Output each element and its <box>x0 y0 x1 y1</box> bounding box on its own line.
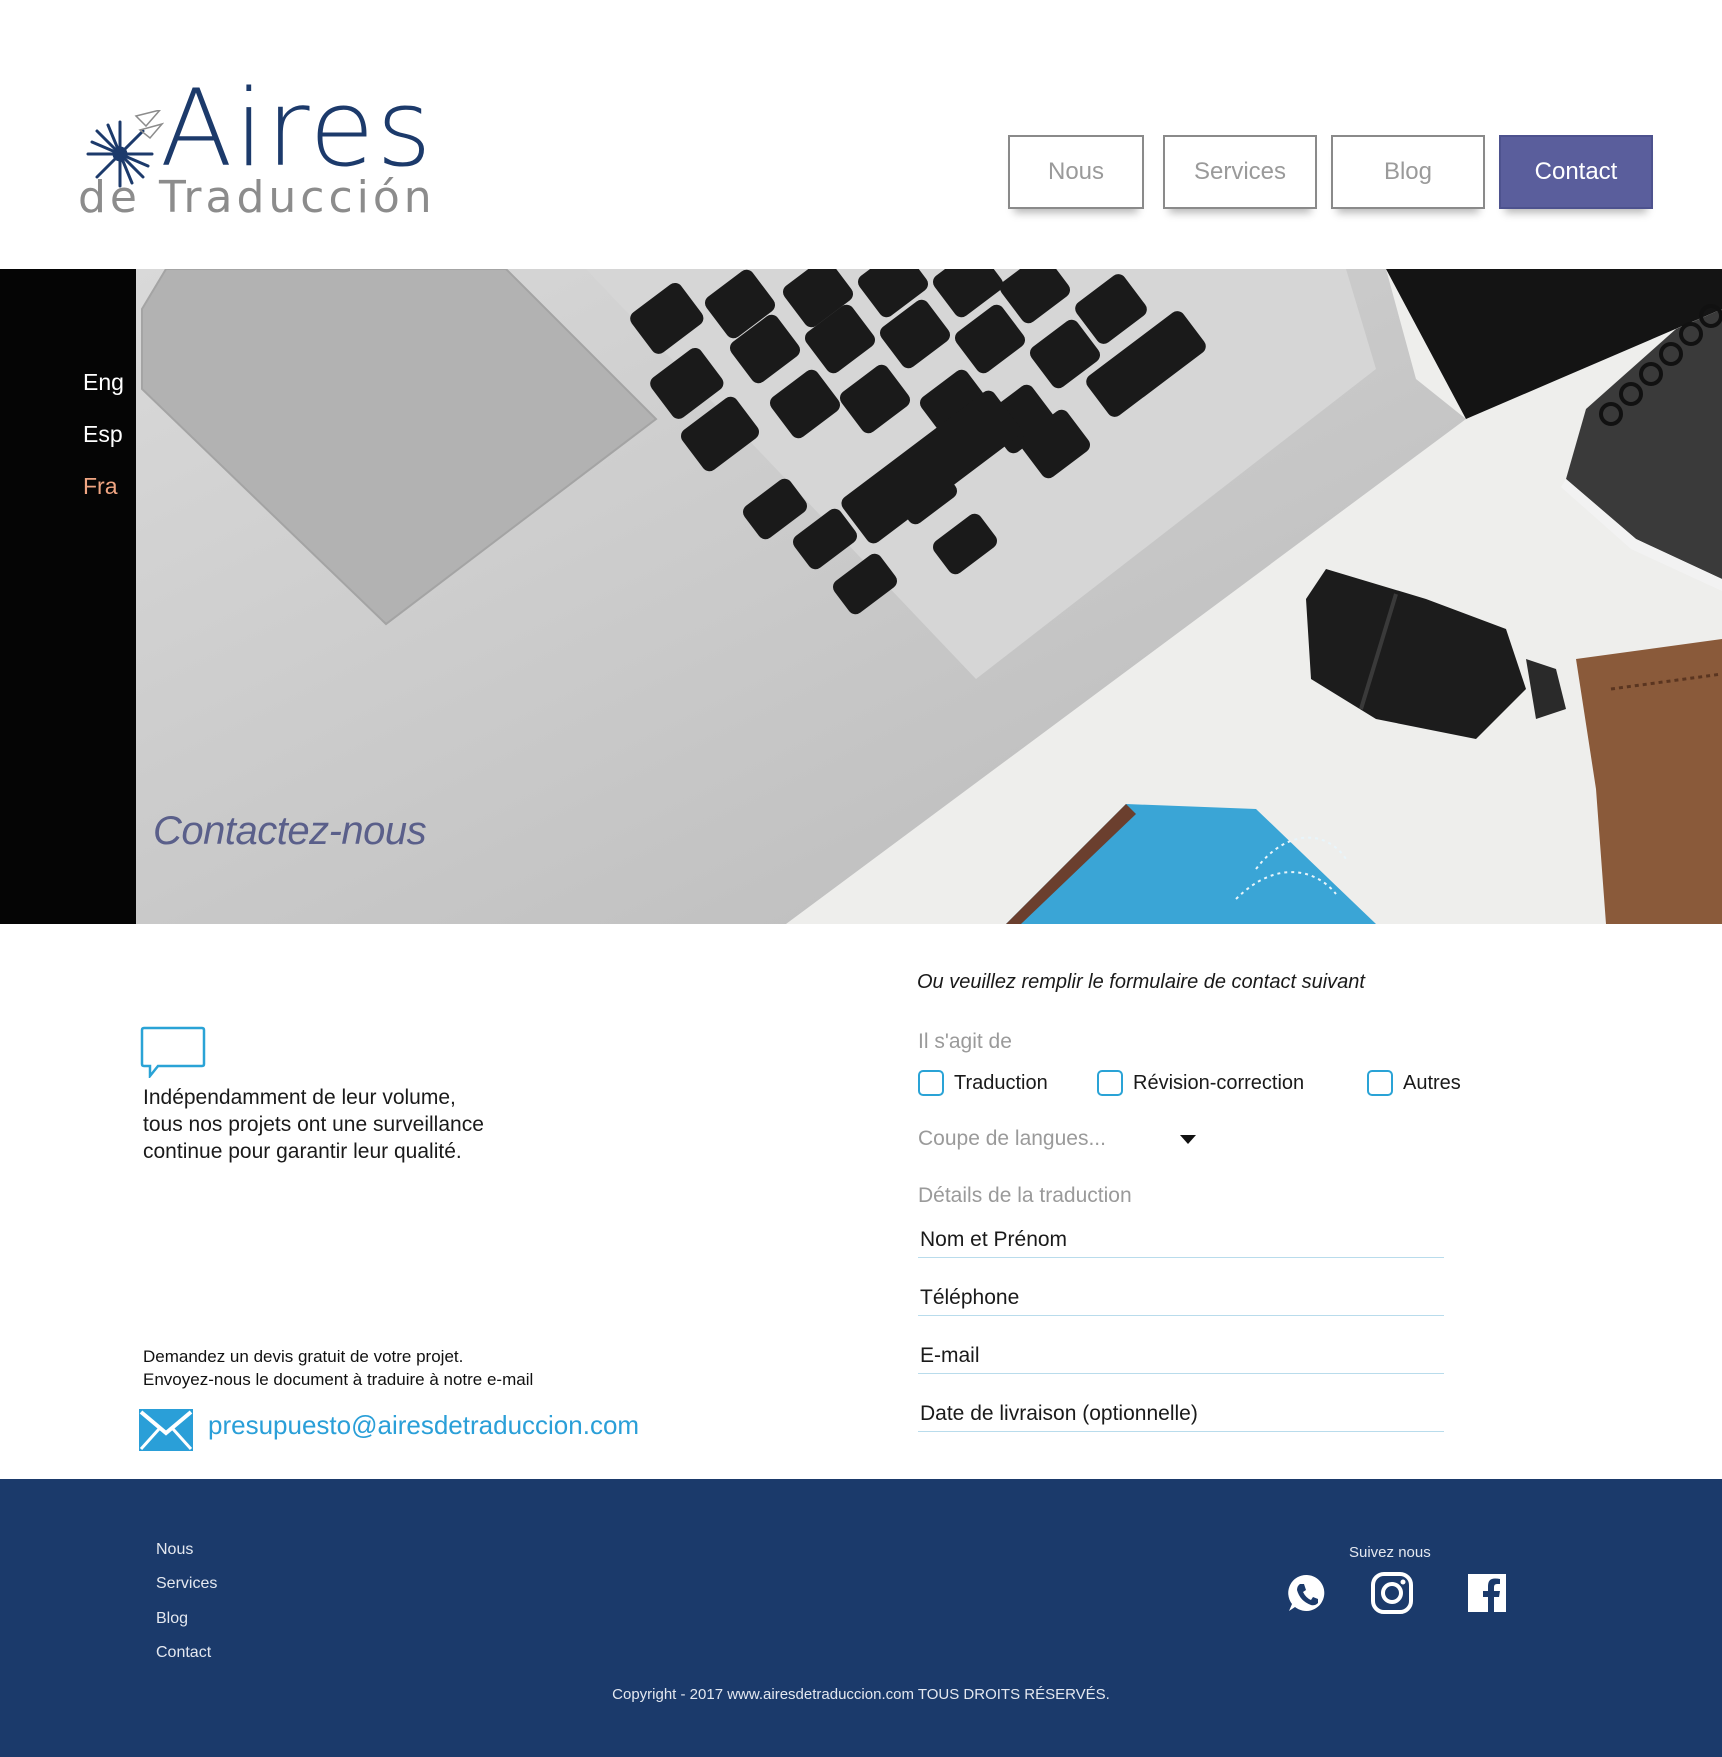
checkbox-box[interactable] <box>1097 1070 1123 1096</box>
footer-link-nous[interactable]: Nous <box>156 1541 193 1559</box>
quote-line: Envoyez-nous le document à traduire à no… <box>143 1370 534 1389</box>
checkbox-label: Révision-correction <box>1133 1071 1305 1094</box>
quote-email-link[interactable]: presupuesto@airesdetraduccion.com <box>208 1410 639 1441</box>
form-intro: Ou veuillez remplir le formulaire de con… <box>917 971 1365 993</box>
instagram-icon[interactable] <box>1370 1571 1414 1615</box>
email-input[interactable] <box>918 1338 1444 1373</box>
quality-statement: Indépendamment de leur volume, tous nos … <box>143 1084 563 1165</box>
quote-line: Demandez un devis gratuit de votre proje… <box>143 1347 464 1366</box>
brand-subtitle: de Traducción <box>78 172 436 223</box>
name-input[interactable] <box>918 1222 1444 1257</box>
email-field <box>918 1338 1444 1374</box>
copyright-text: Copyright - 2017 www.airesdetraduccion.c… <box>612 1686 1110 1703</box>
facebook-icon[interactable] <box>1465 1571 1509 1615</box>
site-footer: Nous Services Blog Contact Suivez nous C… <box>0 1479 1722 1757</box>
select-value: Coupe de langues... <box>918 1127 1106 1150</box>
checkbox-label: Autres <box>1403 1071 1461 1094</box>
nav-contact-button[interactable]: Contact <box>1499 135 1653 209</box>
footer-link-blog[interactable]: Blog <box>156 1610 188 1628</box>
request-type-label: Il s'agit de <box>918 1030 1012 1053</box>
caret-down-icon <box>1180 1134 1196 1144</box>
quote-request-text: Demandez un devis gratuit de votre proje… <box>143 1345 533 1391</box>
chat-bubble-icon <box>140 1026 206 1078</box>
brand-logo[interactable]: Aires de Traducción <box>78 76 432 230</box>
quality-line: tous nos projets ont une surveillance <box>143 1113 484 1136</box>
follow-us-label: Suivez nous <box>1349 1544 1431 1561</box>
phone-field <box>918 1280 1444 1316</box>
details-label: Détails de la traduction <box>918 1184 1132 1207</box>
language-sidebar: Eng Esp Fra <box>0 269 136 924</box>
option-traduction-checkbox[interactable]: Traduction <box>918 1070 1048 1096</box>
delivery-date-field <box>918 1396 1444 1432</box>
option-autres-checkbox[interactable]: Autres <box>1367 1070 1461 1096</box>
checkbox-box[interactable] <box>1367 1070 1393 1096</box>
quality-line: continue pour garantir leur qualité. <box>143 1140 462 1163</box>
lang-esp-link[interactable]: Esp <box>83 421 123 448</box>
name-field <box>918 1222 1444 1258</box>
lang-eng-link[interactable]: Eng <box>83 369 124 396</box>
hero-title: Contactez-nous <box>153 809 427 853</box>
option-revision-checkbox[interactable]: Révision-correction <box>1097 1070 1304 1096</box>
checkbox-label: Traduction <box>954 1071 1048 1094</box>
brand-name: Aires <box>160 67 434 190</box>
nav-blog-button[interactable]: Blog <box>1331 135 1485 209</box>
delivery-date-input[interactable] <box>918 1396 1444 1431</box>
envelope-icon <box>139 1409 193 1451</box>
language-pair-select[interactable]: Coupe de langues... <box>918 1124 1200 1154</box>
whatsapp-icon[interactable] <box>1285 1571 1329 1615</box>
phone-input[interactable] <box>918 1280 1444 1315</box>
nav-services-button[interactable]: Services <box>1163 135 1317 209</box>
lang-fra-link[interactable]: Fra <box>83 473 118 500</box>
quality-line: Indépendamment de leur volume, <box>143 1086 456 1109</box>
footer-link-services[interactable]: Services <box>156 1575 217 1593</box>
nav-nous-button[interactable]: Nous <box>1008 135 1144 209</box>
footer-link-contact[interactable]: Contact <box>156 1644 211 1662</box>
hero-banner: Eng Esp Fra Contactez-nous <box>0 269 1722 924</box>
checkbox-box[interactable] <box>918 1070 944 1096</box>
